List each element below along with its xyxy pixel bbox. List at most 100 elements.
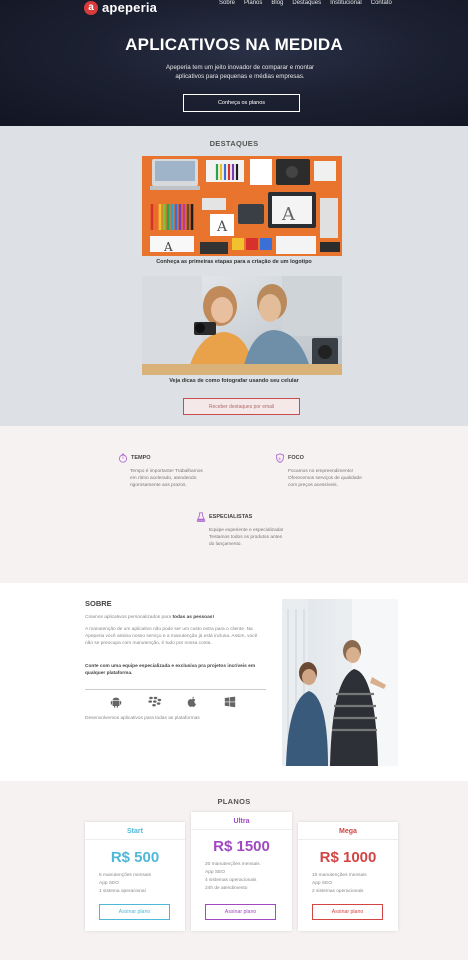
plan-start-name: Start [127,828,143,835]
team-whiteboard-illustration [282,599,398,766]
feature-foco-line3: com preços acessíveis. [288,483,338,489]
hero-subtitle-line2: aplicativos para pequenas e médias empre… [175,72,305,80]
nav-item-planos[interactable]: Planos [244,0,262,6]
feature-tempo-head: TEMPO [118,453,258,463]
plan-mega-subscribe-button[interactable]: Assinar plano [312,904,383,920]
svg-text:A: A [163,240,173,254]
sobre-title: SOBRE [85,599,112,608]
stopwatch-icon [118,453,128,463]
sobre-p1-bold: todas as pessoas! [172,615,215,620]
svg-text:$: $ [279,456,282,461]
plan-start-subscribe-button[interactable]: Assinar plano [99,904,170,920]
feature-tempo-text: Tempo é importante! Trabalhamos em ritmo… [130,468,258,490]
plan-start-feature: App SEO [99,881,119,886]
feature-especialistas-head: ESPECIALISTAS [196,512,336,522]
svg-text:A: A [281,204,296,225]
plan-ultra-features: 20 manutenções mensais App SEO 4 sistema… [205,861,260,893]
plan-ultra-divider [191,829,292,830]
platform-icons [110,695,236,708]
plan-ultra-feature: 24h de atendimento [205,886,248,891]
plan-card-mega: Mega R$ 1000 10 manutenções mensais App … [298,822,398,931]
features-section: TEMPO Tempo é importante! Trabalhamos em… [0,426,468,583]
shield-icon: $ [275,453,285,463]
plan-mega-feature: 2 sistemas operacionais [312,889,364,894]
svg-text:A: A [216,219,228,235]
nav-item-blog[interactable]: Blog [271,0,283,6]
nav-item-institucional[interactable]: Institucional [330,0,362,6]
photographers-illustration [142,276,342,375]
design-tools-illustration: A A A [142,156,342,256]
sobre-paragraph-3: Conte com uma equipe especializada e exc… [85,663,265,677]
hero-header: a apeperia Sobre Planos Blog Destaques I… [0,0,468,126]
plan-ultra-feature: 4 sistemas operacionais [205,878,257,883]
feature-tempo-line3: rigorosamente aos prazos. [130,483,187,489]
blackberry-icon [148,695,162,707]
sobre-paragraph-1: Criamos aplicativos personalizados para … [85,614,265,621]
sobre-footer-text: Desenvolvemos aplicativos para todas as … [85,716,200,721]
feature-especialistas-text: Equipe experiente e especializada! Testa… [209,527,336,549]
feature-especialistas-title: ESPECIALISTAS [209,514,253,520]
plan-card-ultra: Ultra R$ 1500 20 manutenções mensais App… [191,812,292,931]
nav-item-destaques[interactable]: Destaques [292,0,321,6]
plan-start-features: 5 manutenções mensais App SEO 1 sistema … [99,872,151,896]
feature-especialistas-line2: Testamos todos os produtos antes [209,535,283,541]
feature-especialistas: ESPECIALISTAS Equipe experiente e especi… [196,512,336,549]
plan-ultra-feature: App SEO [205,870,225,875]
hero-subtitle: Apeperia tem um jeito inovador de compar… [150,64,330,81]
sobre-paragraph-2: A manutenção de um aplicativo não pode s… [85,627,258,647]
sobre-section: SOBRE Criamos aplicativos personalizados… [0,583,468,781]
hero-subtitle-line1: Apeperia tem um jeito inovador de compar… [165,64,315,71]
feature-especialistas-line1: Equipe experiente e especializada! [209,528,284,533]
plan-mega-feature: App SEO [312,881,332,886]
feature-tempo-title: TEMPO [131,455,151,461]
feature-tempo-line1: Tempo é importante! Trabalhamos [130,469,203,474]
plan-ultra-subscribe-button[interactable]: Assinar plano [205,904,276,920]
feature-foco-line1: Focamos no empreendimento! [288,469,354,474]
receber-destaques-button[interactable]: Receber destaques por email [183,398,300,415]
logo-design-image[interactable]: A A A [142,156,342,256]
plan-mega-features: 10 manutenções mensais App SEO 2 sistema… [312,872,367,896]
sobre-divider [85,689,266,690]
nav-item-contato[interactable]: Contato [371,0,392,6]
logo-mark-icon: a [84,0,98,15]
plan-start-feature: 5 manutenções mensais [99,873,151,878]
apple-icon [186,695,198,707]
photography-image[interactable] [142,276,342,375]
main-nav: Sobre Planos Blog Destaques Instituciona… [219,0,392,6]
plan-mega-divider [298,839,398,840]
planos-section: PLANOS Start R$ 500 5 manutenções mensai… [0,781,468,960]
plan-card-start: Start R$ 500 5 manutenções mensais App S… [85,822,185,931]
feature-foco-head: $ FOCO [275,453,415,463]
feature-foco: $ FOCO Focamos no empreendimento! Oferec… [275,453,415,490]
logo[interactable]: a apeperia [84,0,157,15]
feature-tempo-line2: em ritmo acelerado, atendendo [130,476,197,482]
feature-especialistas-line3: do lançamento. [209,542,242,548]
logo-text: apeperia [102,0,158,15]
planos-title: PLANOS [217,797,251,806]
plan-start-price: R$ 500 [110,849,160,866]
plan-ultra-feature: 20 manutenções mensais [205,862,260,867]
sobre-p3-bold: Conte com uma equipe especializada e exc… [85,664,256,677]
conheca-planos-button[interactable]: Conheça os planos [183,94,300,112]
destaques-section: DESTAQUES A A A Conheça as primeiras eta… [0,126,468,426]
plan-mega-feature: 10 manutenções mensais [312,873,367,878]
team-photo [282,599,398,766]
plan-mega-price: R$ 1000 [319,849,377,866]
plan-start-feature: 1 sistema operacional [99,889,146,894]
plan-ultra-price: R$ 1500 [213,838,270,855]
destaque-caption-logo[interactable]: Conheça as primeiras etapas para a criaç… [0,259,468,265]
feature-tempo: TEMPO Tempo é importante! Trabalhamos em… [118,453,258,490]
android-icon [110,695,122,708]
windows-icon [224,695,236,708]
destaque-caption-foto[interactable]: Veja dicas de como fotografar usando seu… [0,378,468,384]
feature-foco-title: FOCO [288,455,304,461]
plan-ultra-name: Ultra [233,818,250,825]
hero-title: APLICATIVOS NA MEDIDA [125,35,343,54]
sobre-p1-text: Criamos aplicativos personalizados para [85,615,173,620]
feature-foco-text: Focamos no empreendimento! Oferecemos se… [288,468,415,490]
plan-start-divider [85,839,185,840]
nav-item-sobre[interactable]: Sobre [219,0,235,6]
plan-mega-name: Mega [339,828,357,835]
flask-icon [196,512,206,522]
feature-foco-line2: Oferecemos serviços de qualidade [288,476,362,482]
